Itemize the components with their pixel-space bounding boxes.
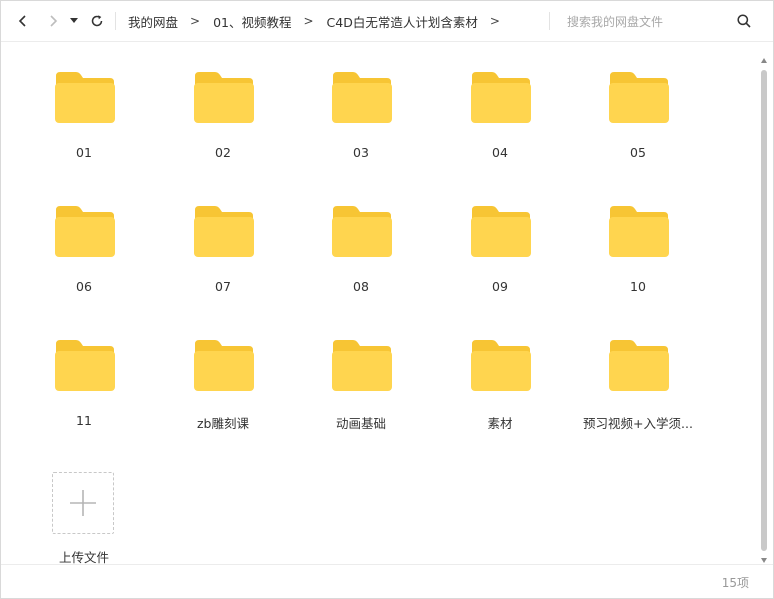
folder-icon [54, 206, 115, 257]
folder-name: 素材 [487, 416, 513, 431]
folder-item[interactable]: 08 [291, 196, 431, 314]
folder-name: 预习视频+入学须... [583, 416, 693, 431]
folder-icon [54, 340, 115, 391]
breadcrumb-separator: > [303, 14, 314, 28]
folder-icon [193, 206, 254, 257]
folder-item[interactable]: 05 [568, 62, 708, 180]
scrollbar-thumb[interactable] [761, 70, 767, 551]
history-dropdown-button[interactable] [67, 11, 81, 31]
refresh-button[interactable] [87, 11, 107, 31]
back-button[interactable] [13, 11, 33, 31]
folder-icon [470, 340, 531, 391]
toolbar: 我的网盘 > 01、视频教程 > C4D白无常造人计划含素材 > [1, 1, 773, 42]
search-input[interactable] [567, 12, 727, 32]
breadcrumb-separator: > [489, 14, 500, 28]
folder-icon [193, 72, 254, 123]
folder-name: zb雕刻课 [197, 416, 249, 431]
folder-name: 01 [76, 145, 92, 160]
folder-icon [470, 206, 531, 257]
search-box [567, 11, 737, 32]
folder-name: 10 [630, 279, 646, 294]
toolbar-divider [115, 12, 116, 30]
upload-dropzone[interactable] [52, 472, 114, 534]
folder-item[interactable]: 03 [291, 62, 431, 180]
folder-name: 07 [215, 279, 231, 294]
chevron-left-icon [18, 15, 26, 27]
folder-item[interactable]: zb雕刻课 [153, 330, 293, 448]
search-icon [737, 14, 751, 28]
folder-name: 11 [76, 413, 92, 428]
folder-name: 05 [630, 145, 646, 160]
folder-item[interactable]: 10 [568, 196, 708, 314]
folder-item[interactable]: 04 [430, 62, 570, 180]
folder-name: 09 [492, 279, 508, 294]
folder-item[interactable]: 02 [153, 62, 293, 180]
breadcrumb-item-root[interactable]: 我的网盘 [128, 12, 178, 31]
folder-icon [54, 72, 115, 123]
folder-item[interactable]: 09 [430, 196, 570, 314]
folder-name: 03 [353, 145, 369, 160]
folder-name: 动画基础 [335, 416, 386, 431]
breadcrumb: 我的网盘 > 01、视频教程 > C4D白无常造人计划含素材 > [128, 1, 513, 41]
forward-button[interactable] [43, 11, 63, 31]
folder-icon [608, 206, 669, 257]
folder-icon [608, 340, 669, 391]
folder-item[interactable]: 11 [14, 330, 154, 448]
scroll-down-arrow-icon[interactable] [761, 558, 767, 563]
folder-icon [331, 340, 392, 391]
folder-item[interactable]: 动画基础 [291, 330, 431, 448]
toolbar-divider [549, 12, 550, 30]
status-bar: 15项 [1, 564, 773, 598]
folder-item[interactable]: 01 [14, 62, 154, 180]
folder-item[interactable]: 预习视频+入学须... [568, 330, 708, 448]
folder-name: 04 [492, 145, 508, 160]
breadcrumb-separator: > [190, 14, 201, 28]
folder-item[interactable]: 06 [14, 196, 154, 314]
chevron-right-icon [50, 15, 58, 27]
caret-down-icon [70, 18, 78, 23]
breadcrumb-item-videos[interactable]: 01、视频教程 [213, 12, 291, 31]
folder-icon [331, 206, 392, 257]
folder-name: 06 [76, 279, 92, 294]
breadcrumb-item-current[interactable]: C4D白无常造人计划含素材 [327, 12, 478, 31]
folder-icon [608, 72, 669, 123]
search-button[interactable] [736, 13, 752, 29]
folder-name: 08 [353, 279, 369, 294]
scrollbar[interactable] [758, 58, 770, 563]
plus-icon [70, 490, 96, 516]
folder-icon [331, 72, 392, 123]
refresh-icon [91, 15, 103, 27]
folder-icon [470, 72, 531, 123]
scroll-up-arrow-icon[interactable] [761, 58, 767, 63]
folder-name: 02 [215, 145, 231, 160]
folder-item[interactable]: 07 [153, 196, 293, 314]
item-count: 15项 [721, 576, 749, 590]
folder-icon [193, 340, 254, 391]
folder-item[interactable]: 素材 [430, 330, 570, 448]
